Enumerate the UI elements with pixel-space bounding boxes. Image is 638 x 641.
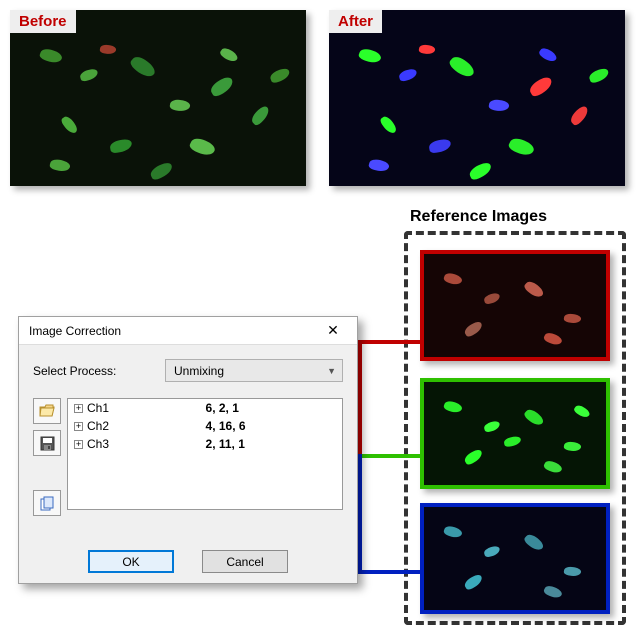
channel-name: Ch1	[87, 401, 109, 415]
connector-blue	[358, 570, 420, 574]
connector-blue	[358, 454, 362, 574]
table-row[interactable]: + Ch2 4, 16, 6	[68, 417, 342, 435]
connector-green	[358, 454, 420, 458]
expand-icon[interactable]: +	[74, 422, 83, 431]
close-icon: ✕	[327, 322, 339, 339]
process-value: Unmixing	[174, 364, 224, 378]
channel-table[interactable]: + Ch1 6, 2, 1 + Ch2 4, 16, 6 + Ch3 2, 11, 1	[67, 398, 343, 510]
after-label: After	[329, 10, 382, 33]
save-button[interactable]	[33, 430, 61, 456]
channel-name: Ch2	[87, 419, 109, 433]
reference-images-title: Reference Images	[410, 208, 547, 226]
image-correction-dialog: Image Correction ✕ Select Process: Unmix…	[18, 316, 358, 584]
cancel-button[interactable]: Cancel	[202, 550, 288, 573]
folder-open-icon	[39, 404, 55, 418]
reference-image-red	[420, 250, 610, 361]
save-icon	[40, 436, 55, 451]
after-image: After	[329, 10, 625, 186]
dialog-title: Image Correction	[29, 324, 121, 338]
chevron-down-icon: ▼	[327, 366, 336, 376]
table-row[interactable]: + Ch1 6, 2, 1	[68, 399, 342, 417]
channel-values: 2, 11, 1	[200, 435, 342, 453]
connector-red	[358, 340, 420, 344]
before-image: Before	[10, 10, 306, 186]
channel-values: 4, 16, 6	[200, 417, 342, 435]
connector-red	[358, 340, 362, 458]
copy-icon	[40, 496, 55, 511]
channel-values: 6, 2, 1	[200, 399, 342, 417]
dialog-titlebar: Image Correction ✕	[19, 317, 357, 345]
channel-name: Ch3	[87, 437, 109, 451]
close-button[interactable]: ✕	[313, 320, 353, 342]
before-label: Before	[10, 10, 76, 33]
table-row[interactable]: + Ch3 2, 11, 1	[68, 435, 342, 453]
copy-button[interactable]	[33, 490, 61, 516]
select-process-label: Select Process:	[33, 364, 153, 378]
expand-icon[interactable]: +	[74, 404, 83, 413]
reference-image-green	[420, 378, 610, 489]
open-button[interactable]	[33, 398, 61, 424]
process-dropdown[interactable]: Unmixing ▼	[165, 359, 343, 382]
ok-button[interactable]: OK	[88, 550, 174, 573]
expand-icon[interactable]: +	[74, 440, 83, 449]
reference-image-blue	[420, 503, 610, 614]
